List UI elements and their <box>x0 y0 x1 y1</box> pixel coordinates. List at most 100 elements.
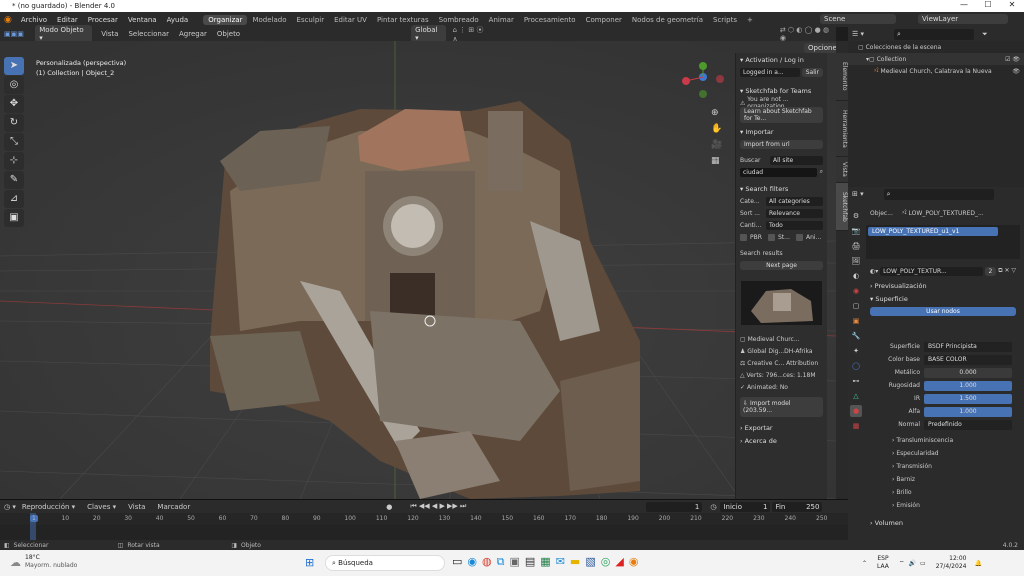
world-tab-icon[interactable]: ◉ <box>850 285 862 297</box>
collection-tab-icon[interactable]: ▢ <box>850 300 862 312</box>
outliner-row-collection[interactable]: ▾▢ Collection ☑ 👁 <box>848 53 1024 65</box>
task-view-icon[interactable]: ▭ <box>452 555 462 569</box>
material-tab-icon[interactable]: ● <box>850 405 862 417</box>
object-breadcrumb[interactable]: Objec... <box>870 210 902 217</box>
render-tab-icon[interactable]: 📷 <box>850 225 862 237</box>
quantity-dropdown[interactable]: Todo <box>766 220 823 230</box>
explorer-icon[interactable]: ▬ <box>570 555 580 569</box>
weather-widget[interactable]: ☁ 18°C Mayorm. nublado <box>10 554 77 570</box>
property-value[interactable]: 1.000 <box>924 380 1012 391</box>
tab-pintar-texturas[interactable]: Pintar texturas <box>372 15 434 25</box>
sub-transluminiscencia[interactable]: › Transluminiscencia <box>866 434 1020 447</box>
frame-ruler[interactable]: 1102030405060708090100110120130140150160… <box>0 513 848 525</box>
edge-icon[interactable]: ◉ <box>467 555 477 569</box>
tray-chevron-icon[interactable]: ⌃ <box>862 560 867 567</box>
tab-organizar[interactable]: Organizar <box>203 14 248 25</box>
tab-sombreado[interactable]: Sombreado <box>434 15 484 25</box>
mail-icon[interactable]: ✉ <box>556 555 565 569</box>
properties-icon[interactable]: ⊞ ▾ <box>852 190 864 198</box>
blender-logo-icon[interactable]: ◉ <box>0 15 16 25</box>
tab-elemento[interactable]: Elemento <box>836 53 848 101</box>
import-url-button[interactable]: Import from url <box>740 139 823 149</box>
acrobat-icon[interactable]: ◢ <box>615 555 623 569</box>
store-icon[interactable]: ⧉ <box>497 555 505 569</box>
importar-header[interactable]: ▾ Importar <box>736 125 827 138</box>
object-tab-icon[interactable]: ▣ <box>850 315 862 327</box>
terminal-icon[interactable]: ▤ <box>525 555 535 569</box>
acerca-header[interactable]: › Acerca de <box>736 434 827 447</box>
tab-sketchfab[interactable]: Sketchfab <box>836 183 848 231</box>
properties-search[interactable]: ⌕ <box>883 188 994 200</box>
excel-icon[interactable]: ▦ <box>540 555 550 569</box>
modifier-tab-icon[interactable]: 🔧 <box>850 330 862 342</box>
property-value[interactable]: 1.000 <box>924 406 1012 417</box>
tab-editar-uv[interactable]: Editar UV <box>329 15 372 25</box>
pbr-checkbox[interactable] <box>740 233 747 241</box>
material-name[interactable]: LOW_POLY_TEXTUR... <box>880 266 983 276</box>
menu-reproduccion[interactable]: Reproducción ▾ <box>16 503 81 511</box>
tab-esculpir[interactable]: Esculpir <box>292 15 330 25</box>
menu-vista[interactable]: Vista <box>96 30 123 38</box>
menu-agregar[interactable]: Agregar <box>174 30 212 38</box>
menu-ayuda[interactable]: Ayuda <box>162 16 194 24</box>
menu-editar[interactable]: Editar <box>52 16 83 24</box>
language[interactable]: ESP <box>877 555 889 563</box>
tab-herramienta[interactable]: Herramienta <box>836 101 848 157</box>
chrome-icon[interactable]: ◍ <box>482 555 492 569</box>
activation-header[interactable]: ▾ Activation / Log in <box>736 53 827 66</box>
menu-procesar[interactable]: Procesar <box>83 16 123 24</box>
tab-scripts[interactable]: Scripts <box>708 15 742 25</box>
tab-procesamiento[interactable]: Procesamiento <box>519 15 581 25</box>
word-icon[interactable]: ▧ <box>585 555 595 569</box>
maximize-button[interactable]: ☐ <box>976 0 1000 9</box>
texture-tab-icon[interactable]: ▦ <box>850 420 862 432</box>
tab-animar[interactable]: Animar <box>484 15 519 25</box>
add-workspace-button[interactable]: + <box>742 15 758 25</box>
photos-icon[interactable]: ▣ <box>509 555 519 569</box>
users-count[interactable]: 2 <box>984 266 997 276</box>
start-icon[interactable]: ⊞ <box>305 556 314 569</box>
menu-claves[interactable]: Claves ▾ <box>81 503 122 511</box>
property-value[interactable]: Predefinido <box>924 419 1012 430</box>
close-button[interactable]: ✕ <box>1000 0 1024 9</box>
blender-task-icon[interactable]: ◉ <box>629 555 639 569</box>
scene-selector[interactable]: Scene <box>820 14 896 24</box>
property-value[interactable]: 1.500 <box>924 393 1012 404</box>
property-value[interactable]: BASE COLOR <box>924 354 1012 365</box>
output-tab-icon[interactable]: 🖨 <box>850 240 862 252</box>
shading-icons[interactable]: ⇄ ⬡ ◐ ◯ ● ◍ ◉ <box>780 26 836 42</box>
sub-emision[interactable]: › Emisión <box>866 499 1020 512</box>
surface-header[interactable]: ▾ Superficie <box>866 292 1020 305</box>
learn-teams-button[interactable]: Learn about Sketchfab for Te... <box>740 107 823 123</box>
tab-componer[interactable]: Componer <box>581 15 627 25</box>
whatsapp-icon[interactable]: ◎ <box>601 555 611 569</box>
wifi-icon[interactable]: ⌔ <box>899 559 905 567</box>
minimize-button[interactable]: — <box>952 0 976 9</box>
staff-checkbox[interactable] <box>768 233 775 241</box>
animated-checkbox[interactable] <box>796 233 803 241</box>
clock-icon[interactable]: ◷ <box>710 503 716 511</box>
outliner-row-object[interactable]: ›⟟ Medieval Church, Calatrava la Nueva 👁 <box>848 65 1024 77</box>
cursor-tool-icon[interactable]: ◎ <box>4 76 24 94</box>
mesh-breadcrumb[interactable]: LOW_POLY_TEXTURED_... <box>909 210 984 217</box>
move-tool-icon[interactable]: ✥ <box>4 95 24 113</box>
sub-barniz[interactable]: › Barniz <box>866 473 1020 486</box>
menu-vista-timeline[interactable]: Vista <box>122 503 151 511</box>
menu-ventana[interactable]: Ventana <box>123 16 162 24</box>
timeline-editor-icon[interactable]: ◷ ▾ <box>4 503 16 511</box>
sub-transmision[interactable]: › Transmisión <box>866 460 1020 473</box>
import-model-button[interactable]: ⇩ Import model (203.59... <box>740 397 823 417</box>
tab-nodos-geometria[interactable]: Nodos de geometría <box>627 15 708 25</box>
rotate-tool-icon[interactable]: ↻ <box>4 114 24 132</box>
record-icon[interactable]: ● <box>386 503 392 511</box>
annotate-tool-icon[interactable]: ✎ <box>4 171 24 189</box>
start-frame-field[interactable]: Inicio 1 <box>720 501 771 512</box>
exportar-header[interactable]: › Exportar <box>736 421 827 434</box>
notifications-icon[interactable]: 🔔 <box>974 560 981 567</box>
filter-icon[interactable]: ⏷ <box>982 30 988 39</box>
menu-archivo[interactable]: Archivo <box>16 16 52 24</box>
battery-icon[interactable]: ▭ <box>920 560 926 567</box>
view-layer-selector[interactable]: ViewLayer <box>918 14 1008 24</box>
playback-controls[interactable]: ⏮ ◀◀ ◀ ▶ ▶▶ ⏭ <box>410 502 466 511</box>
site-dropdown[interactable]: All site <box>770 155 823 165</box>
